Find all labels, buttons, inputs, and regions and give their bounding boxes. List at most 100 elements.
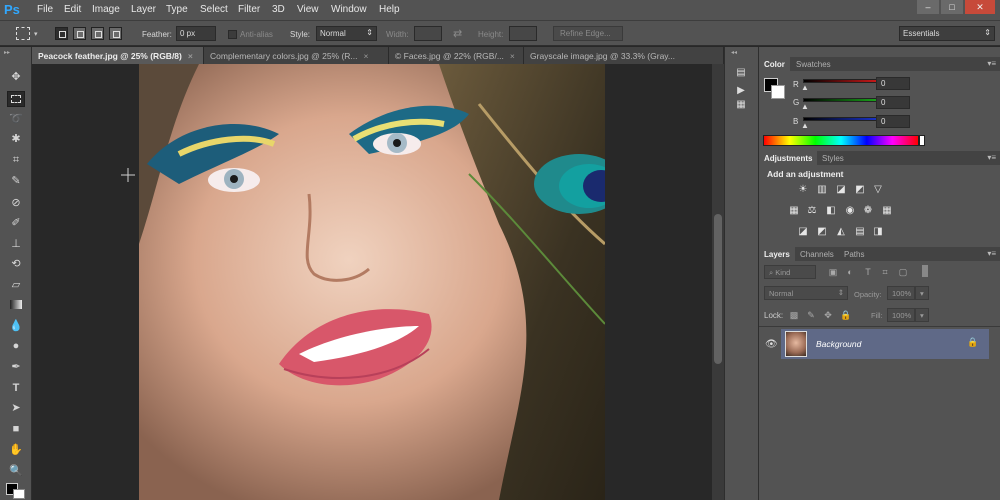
color-background-swatch[interactable] [771,85,785,99]
channel-mixer-icon[interactable]: ❁ [861,205,875,217]
menu-layer[interactable]: Layer [131,4,156,15]
opacity-input[interactable]: 100% [887,286,915,300]
slider-handle-icon[interactable]: ▲ [801,83,809,92]
zoom-tool-icon[interactable]: 🔍 [7,463,25,479]
lasso-tool-icon[interactable]: ➰ [7,111,25,127]
lock-image-pixels-icon[interactable]: ✎ [805,309,817,321]
rectangle-tool-icon[interactable]: ■ [7,421,25,437]
tab-color[interactable]: Color [759,57,790,71]
lock-transparent-pixels-icon[interactable]: ▩ [788,309,800,321]
red-value-input[interactable]: 0 [876,77,910,90]
tab-styles[interactable]: Styles [817,151,849,165]
menu-view[interactable]: View [297,4,319,15]
panel-menu-icon[interactable]: ▾≡ [987,249,996,258]
quick-selection-tool-icon[interactable]: ✱ [7,131,25,147]
refine-edge-button[interactable]: Refine Edge... [553,26,623,41]
document-image[interactable] [139,64,605,500]
photo-filter-icon[interactable]: ◉ [843,205,857,217]
blur-tool-icon[interactable]: 💧 [7,318,25,334]
menu-help[interactable]: Help [379,4,400,15]
hand-tool-icon[interactable]: ✋ [7,442,25,458]
hue-saturation-icon[interactable]: ▦ [787,205,801,217]
layer-row-background[interactable]: Background 🔒 [781,329,989,359]
opacity-dropdown[interactable]: ▾ [915,286,929,300]
panel-collapse-icon[interactable]: ◂◂ [731,49,737,56]
lock-all-icon[interactable]: 🔒 [840,309,852,321]
green-value-input[interactable]: 0 [876,96,910,109]
clone-stamp-tool-icon[interactable]: ⊥ [7,236,25,252]
add-to-selection-icon[interactable] [73,27,86,40]
filter-smart-object-icon[interactable]: ▢ [897,266,909,278]
close-icon[interactable]: × [364,51,369,61]
path-selection-tool-icon[interactable]: ➤ [7,400,25,416]
eyedropper-tool-icon[interactable]: ✎ [7,173,25,189]
workspace-switcher[interactable]: Essentials ⇕ [899,26,995,41]
swap-dimensions-icon[interactable]: ⇄ [453,27,462,40]
color-lookup-icon[interactable]: ▦ [880,205,894,217]
tab-grayscale-image[interactable]: Grayscale image.jpg @ 33.3% (Gray... [524,47,724,64]
close-icon[interactable]: × [510,51,515,61]
spectrum-white-chip[interactable] [919,135,925,146]
vertical-scrollbar[interactable] [712,64,724,500]
history-brush-tool-icon[interactable]: ⟲ [7,256,25,272]
gradient-tool-icon[interactable] [7,297,25,313]
pen-tool-icon[interactable]: ✒ [7,359,25,375]
brush-tool-icon[interactable]: ✐ [7,215,25,231]
move-tool-icon[interactable]: ✥ [7,69,25,85]
background-color-swatch[interactable] [13,489,25,499]
tab-peacock-feather[interactable]: Peacock feather.jpg @ 25% (RGB/8) × [32,47,204,64]
menu-edit[interactable]: Edit [64,4,81,15]
layer-name[interactable]: Background [816,339,861,349]
fill-input[interactable]: 100% [887,308,915,322]
menu-window[interactable]: Window [331,4,367,15]
dodge-tool-icon[interactable]: ● [7,338,25,354]
style-select[interactable]: Normal ⇕ [316,26,377,41]
history-panel-icon[interactable]: ▤ [733,67,749,83]
tab-channels[interactable]: Channels [795,247,839,261]
close-icon[interactable]: × [188,51,193,61]
fill-dropdown[interactable]: ▾ [915,308,929,322]
tab-adjustments[interactable]: Adjustments [759,151,818,165]
feather-input[interactable]: 0 px [176,26,216,41]
selective-color-icon[interactable]: ◨ [871,226,885,238]
brightness-contrast-icon[interactable]: ☀ [796,184,810,196]
new-selection-icon[interactable] [55,27,68,40]
height-input[interactable] [509,26,537,41]
close-window-button[interactable]: ✕ [965,0,995,14]
width-input[interactable] [414,26,442,41]
restore-button[interactable]: □ [941,0,963,14]
filter-pixel-icon[interactable]: ▣ [827,266,839,278]
spot-healing-brush-icon[interactable]: ⊘ [7,195,25,211]
panel-menu-icon[interactable]: ▾≡ [987,153,996,162]
tab-layers[interactable]: Layers [759,247,795,261]
posterize-icon[interactable]: ◩ [815,226,829,238]
scrollbar-thumb[interactable] [714,214,722,364]
rectangular-marquee-tool-icon[interactable] [7,91,25,107]
blend-mode-select[interactable]: Normal ⇕ [764,286,848,300]
tab-faces[interactable]: © Faces.jpg @ 22% (RGB/... × [389,47,524,64]
slider-handle-icon[interactable]: ▲ [801,102,809,111]
tab-complementary-colors[interactable]: Complementary colors.jpg @ 25% (R... × [204,47,389,64]
menu-3d[interactable]: 3D [272,4,285,15]
tab-paths[interactable]: Paths [839,247,869,261]
panel-collapse-icon[interactable]: ▸▸ [4,49,10,56]
exposure-icon[interactable]: ◩ [853,184,867,196]
color-balance-icon[interactable]: ⚖ [805,205,819,217]
subtract-from-selection-icon[interactable] [91,27,104,40]
minimize-button[interactable]: – [917,0,939,14]
invert-icon[interactable]: ◪ [796,226,810,238]
blue-value-input[interactable]: 0 [876,115,910,128]
filter-shape-icon[interactable]: ⌗ [879,266,891,278]
layer-visibility-eye-icon[interactable]: 👁 [765,339,778,350]
lock-position-icon[interactable]: ✥ [822,309,834,321]
curves-icon[interactable]: ◪ [834,184,848,196]
vibrance-icon[interactable]: ▽ [871,184,885,196]
menu-type[interactable]: Type [166,4,188,15]
color-spectrum-ramp[interactable] [763,135,919,146]
type-tool-icon[interactable]: T [7,380,25,396]
layer-kind-filter[interactable]: ⌕ Kind [764,265,816,279]
menu-select[interactable]: Select [200,4,228,15]
threshold-icon[interactable]: ◭ [834,226,848,238]
panel-menu-icon[interactable]: ▾≡ [987,59,996,68]
tab-swatches[interactable]: Swatches [791,57,836,71]
